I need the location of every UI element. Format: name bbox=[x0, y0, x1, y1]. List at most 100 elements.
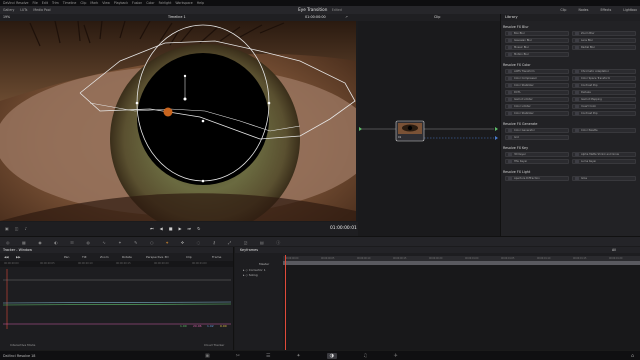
effect-item[interactable]: Alpha Matte Shrink and Grow bbox=[572, 152, 636, 157]
color-match-icon[interactable]: ▦ bbox=[22, 240, 26, 246]
tracker-graph[interactable] bbox=[3, 269, 231, 329]
effect-item[interactable]: Color Space Transform bbox=[572, 76, 636, 81]
keyframe-row-corrector[interactable]: ▸ ◇ Corrector 1 bbox=[243, 268, 266, 272]
menu-fairlight[interactable]: Fairlight bbox=[159, 1, 172, 5]
effect-item[interactable]: HSL Keyer bbox=[505, 159, 569, 164]
effect-item[interactable]: Color Generator bbox=[505, 128, 569, 133]
menu-clip[interactable]: Clip bbox=[80, 1, 86, 5]
effect-item[interactable]: Gamut Mapping bbox=[572, 97, 636, 102]
media-page-icon[interactable]: ▣ bbox=[205, 353, 210, 359]
deliver-page-icon[interactable]: ✈ bbox=[393, 353, 397, 359]
effect-item[interactable]: Gaussian Blur bbox=[505, 38, 569, 43]
effect-item[interactable]: Color Compressor bbox=[505, 76, 569, 81]
effect-item[interactable]: Color Palette bbox=[572, 128, 636, 133]
play-icon[interactable]: ▶ bbox=[178, 226, 181, 231]
effect-item[interactable]: Glow bbox=[572, 176, 636, 181]
skip-back-icon[interactable]: ⏮ bbox=[150, 226, 154, 231]
effect-item[interactable]: Lens Blur bbox=[572, 38, 636, 43]
clip-mode-button[interactable]: Clip bbox=[186, 255, 192, 259]
effect-item[interactable]: Mosaic Blur bbox=[505, 45, 569, 50]
effect-item[interactable]: Color Stabilizer bbox=[505, 83, 569, 88]
track-back-icon[interactable]: ◀◀ bbox=[4, 255, 9, 259]
effects-button[interactable]: Effects bbox=[600, 8, 611, 12]
effect-item[interactable]: Box Blur bbox=[505, 31, 569, 36]
pan-value[interactable]: 1.00 bbox=[180, 324, 187, 328]
keyframe-area[interactable] bbox=[283, 265, 640, 350]
perspective-3d-checkbox[interactable]: Perspective 3D bbox=[146, 255, 169, 259]
keyframe-filter[interactable]: All bbox=[612, 248, 616, 252]
pointer-tool-icon[interactable]: ↗ bbox=[345, 15, 348, 19]
effect-item[interactable]: Color Stabilizer bbox=[505, 111, 569, 116]
tracker-icon[interactable]: ⌖ bbox=[166, 240, 168, 246]
effect-item[interactable]: Invert Color bbox=[572, 104, 636, 109]
window-icon[interactable]: ○ bbox=[150, 240, 154, 246]
edit-page-icon[interactable]: ☰ bbox=[266, 353, 270, 359]
clip-button[interactable]: Clip bbox=[560, 8, 566, 12]
menu-file[interactable]: File bbox=[32, 1, 37, 5]
keyframe-row-sizing[interactable]: ▸ ◇ Sizing bbox=[243, 273, 258, 277]
effect-item[interactable]: Contrast Pop bbox=[572, 111, 636, 116]
hdr-icon[interactable]: ◐ bbox=[54, 240, 58, 246]
color-page-icon[interactable]: ◑ bbox=[326, 353, 337, 359]
effect-item[interactable]: Chromatic Adaptation bbox=[572, 69, 636, 74]
menu-workspace[interactable]: Workspace bbox=[175, 1, 192, 5]
zoom-value[interactable]: 1.02 bbox=[207, 324, 214, 328]
lightbox-button[interactable]: Lightbox bbox=[623, 8, 637, 12]
effect-item[interactable]: Color Limiter bbox=[505, 104, 569, 109]
fusion-page-icon[interactable]: ✦ bbox=[296, 353, 300, 359]
audio-icon[interactable]: ♪ bbox=[25, 226, 28, 231]
tilt-checkbox[interactable]: Tilt bbox=[82, 255, 87, 259]
effect-item[interactable]: Gamut Limiter bbox=[505, 97, 569, 102]
effect-item[interactable]: Luma Keyer bbox=[572, 159, 636, 164]
tilt-value[interactable]: 20.06 bbox=[193, 324, 202, 328]
effect-item[interactable]: Grid bbox=[505, 135, 569, 140]
menu-edit[interactable]: Edit bbox=[42, 1, 48, 5]
effect-item[interactable]: DCTL bbox=[505, 90, 569, 95]
node-editor[interactable]: 01 bbox=[358, 21, 500, 236]
color-warper-icon[interactable]: ✦ bbox=[118, 240, 121, 246]
effect-item[interactable]: Radial Blur bbox=[572, 45, 636, 50]
pan-checkbox[interactable]: Pan bbox=[64, 255, 69, 259]
menu-app[interactable]: DaVinci Resolve bbox=[3, 1, 28, 5]
rotate-value[interactable]: 0.00 bbox=[220, 324, 227, 328]
track-forward-icon[interactable]: ▶▶ bbox=[16, 255, 21, 259]
curves-icon[interactable]: ∿ bbox=[102, 240, 105, 246]
home-icon[interactable]: ⌂ bbox=[631, 353, 634, 359]
qualifier-icon[interactable]: ✎ bbox=[134, 240, 137, 246]
effect-item[interactable]: Aperture Diffraction bbox=[505, 176, 569, 181]
menu-view[interactable]: View bbox=[102, 1, 110, 5]
menu-mark[interactable]: Mark bbox=[90, 1, 98, 5]
effect-item[interactable]: Zoom Blur bbox=[572, 31, 636, 36]
key-icon[interactable]: ⚷ bbox=[213, 240, 216, 246]
viewer-mode-icon[interactable]: ▣ bbox=[5, 226, 9, 231]
cut-page-icon[interactable]: ✂ bbox=[236, 353, 240, 359]
skip-forward-icon[interactable]: ⏭ bbox=[188, 226, 192, 231]
sizing-icon[interactable]: ⤢ bbox=[228, 240, 231, 246]
zoom-checkbox[interactable]: Zoom bbox=[100, 255, 109, 259]
fairlight-page-icon[interactable]: ♫ bbox=[363, 353, 367, 359]
menu-help[interactable]: Help bbox=[197, 1, 204, 5]
frame-mode-button[interactable]: Frame bbox=[212, 255, 221, 259]
effect-item[interactable]: Contrast Pop bbox=[572, 83, 636, 88]
motion-effects-icon[interactable]: ◍ bbox=[86, 240, 90, 246]
zoom-level[interactable]: 19% bbox=[3, 15, 10, 19]
node-mode-selector[interactable]: Clip bbox=[434, 15, 440, 19]
3d-icon[interactable]: ◲ bbox=[244, 240, 248, 246]
keyframe-playhead[interactable] bbox=[285, 255, 286, 350]
menu-color[interactable]: Color bbox=[146, 1, 154, 5]
play-reverse-icon[interactable]: ◀ bbox=[160, 226, 163, 231]
timeline-selector[interactable]: Timeline 1 bbox=[168, 15, 186, 19]
rgb-mixer-icon[interactable]: ☷ bbox=[70, 240, 74, 246]
cloud-tracker-button[interactable]: Cloud Tracker bbox=[204, 343, 224, 347]
effect-item[interactable]: Motion Blur bbox=[505, 52, 569, 57]
info-icon[interactable]: ⓘ bbox=[276, 240, 280, 246]
primaries-icon[interactable]: ◉ bbox=[38, 240, 42, 246]
scopes-icon[interactable]: ▤ bbox=[260, 240, 264, 246]
menu-fusion[interactable]: Fusion bbox=[132, 1, 142, 5]
magic-mask-icon[interactable]: ✤ bbox=[181, 240, 184, 246]
nodes-button[interactable]: Nodes bbox=[578, 8, 588, 12]
split-screen-icon[interactable]: ◫ bbox=[15, 226, 19, 231]
menu-trim[interactable]: Trim bbox=[52, 1, 59, 5]
blur-icon[interactable]: ◌ bbox=[197, 240, 201, 246]
camera-raw-icon[interactable]: ◎ bbox=[6, 240, 10, 246]
